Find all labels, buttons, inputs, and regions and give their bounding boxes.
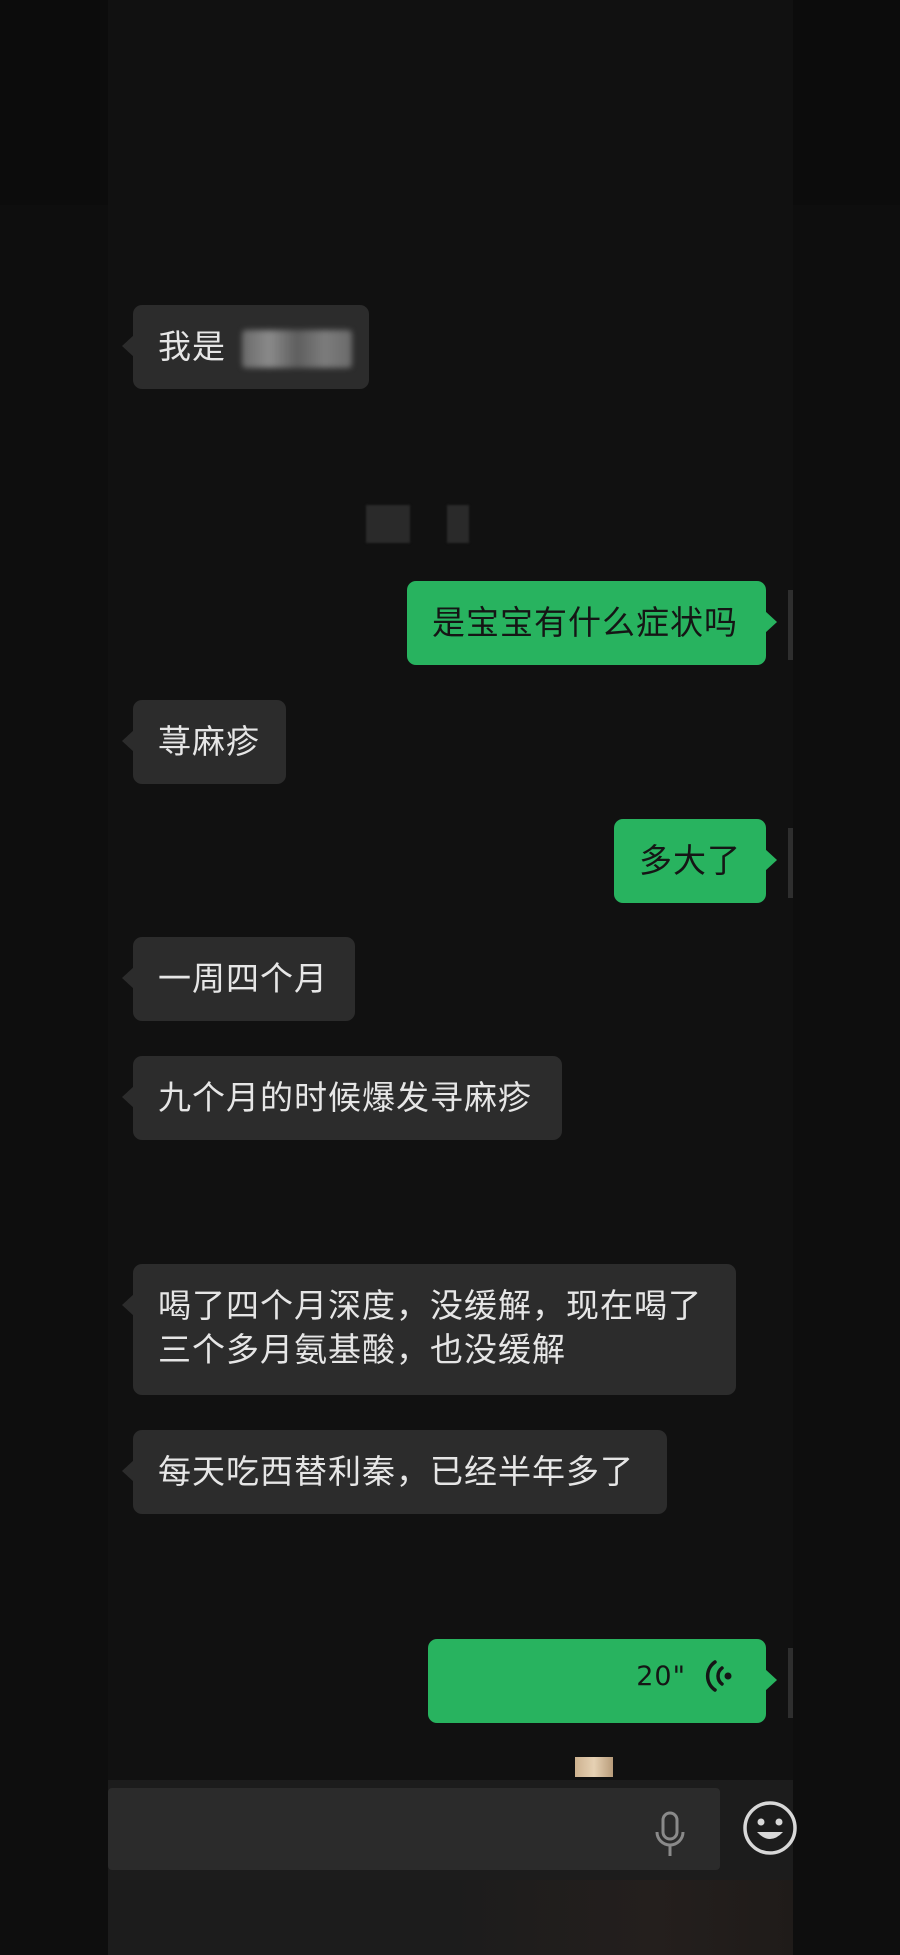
bottom-background <box>448 1880 793 1955</box>
message-text: 是宝宝有什么症状吗 <box>432 603 738 642</box>
message-text: 我是 <box>158 327 226 366</box>
message-bubble-incoming[interactable]: 荨麻疹 <box>122 700 286 784</box>
message-text-line: 三个多月氨基酸，也没缓解 <box>158 1330 566 1369</box>
chat-screen: 我是 是宝宝有什么症状吗 荨麻疹 多大了 一周四个月 九个月的时候爆发寻麻疹 喝… <box>0 0 900 1955</box>
message-text: 多大了 <box>639 841 741 880</box>
message-list: 我是 是宝宝有什么症状吗 荨麻疹 多大了 一周四个月 九个月的时候爆发寻麻疹 喝… <box>108 0 793 1955</box>
voice-message-bubble[interactable]: 20" <box>428 1639 777 1723</box>
input-bar <box>108 1780 797 1955</box>
avatar[interactable] <box>788 1648 793 1718</box>
message-bubble-outgoing[interactable]: 是宝宝有什么症状吗 <box>407 581 777 665</box>
smiley-face-icon[interactable] <box>742 1800 798 1856</box>
message-text: 每天吃西替利秦，已经半年多了 <box>158 1452 634 1491</box>
message-bubble-incoming[interactable]: 每天吃西替利秦，已经半年多了 <box>122 1430 667 1514</box>
avatar[interactable] <box>788 590 793 660</box>
image-thumbnail[interactable] <box>575 1757 613 1777</box>
avatar[interactable] <box>788 828 793 898</box>
message-bubble-outgoing[interactable]: 多大了 <box>614 819 777 903</box>
message-bubble-incoming[interactable]: 我是 <box>122 305 369 389</box>
message-bubble-incoming[interactable]: 九个月的时候爆发寻麻疹 <box>122 1056 562 1140</box>
message-text: 九个月的时候爆发寻麻疹 <box>158 1078 532 1117</box>
voice-wave-icon <box>705 1660 732 1692</box>
redacted-block <box>447 505 469 543</box>
redacted-name <box>241 329 352 368</box>
message-input[interactable] <box>108 1788 720 1870</box>
voice-duration: 20" <box>636 1661 686 1692</box>
message-text: 荨麻疹 <box>158 722 260 761</box>
microphone-icon[interactable] <box>653 1810 687 1860</box>
message-bubble-incoming[interactable]: 喝了四个月深度，没缓解，现在喝了 三个多月氨基酸，也没缓解 <box>122 1264 736 1395</box>
redacted-block <box>366 505 410 543</box>
message-text-line: 喝了四个月深度，没缓解，现在喝了 <box>158 1286 702 1325</box>
message-bubble-incoming[interactable]: 一周四个月 <box>122 937 355 1021</box>
message-text: 一周四个月 <box>158 959 328 998</box>
